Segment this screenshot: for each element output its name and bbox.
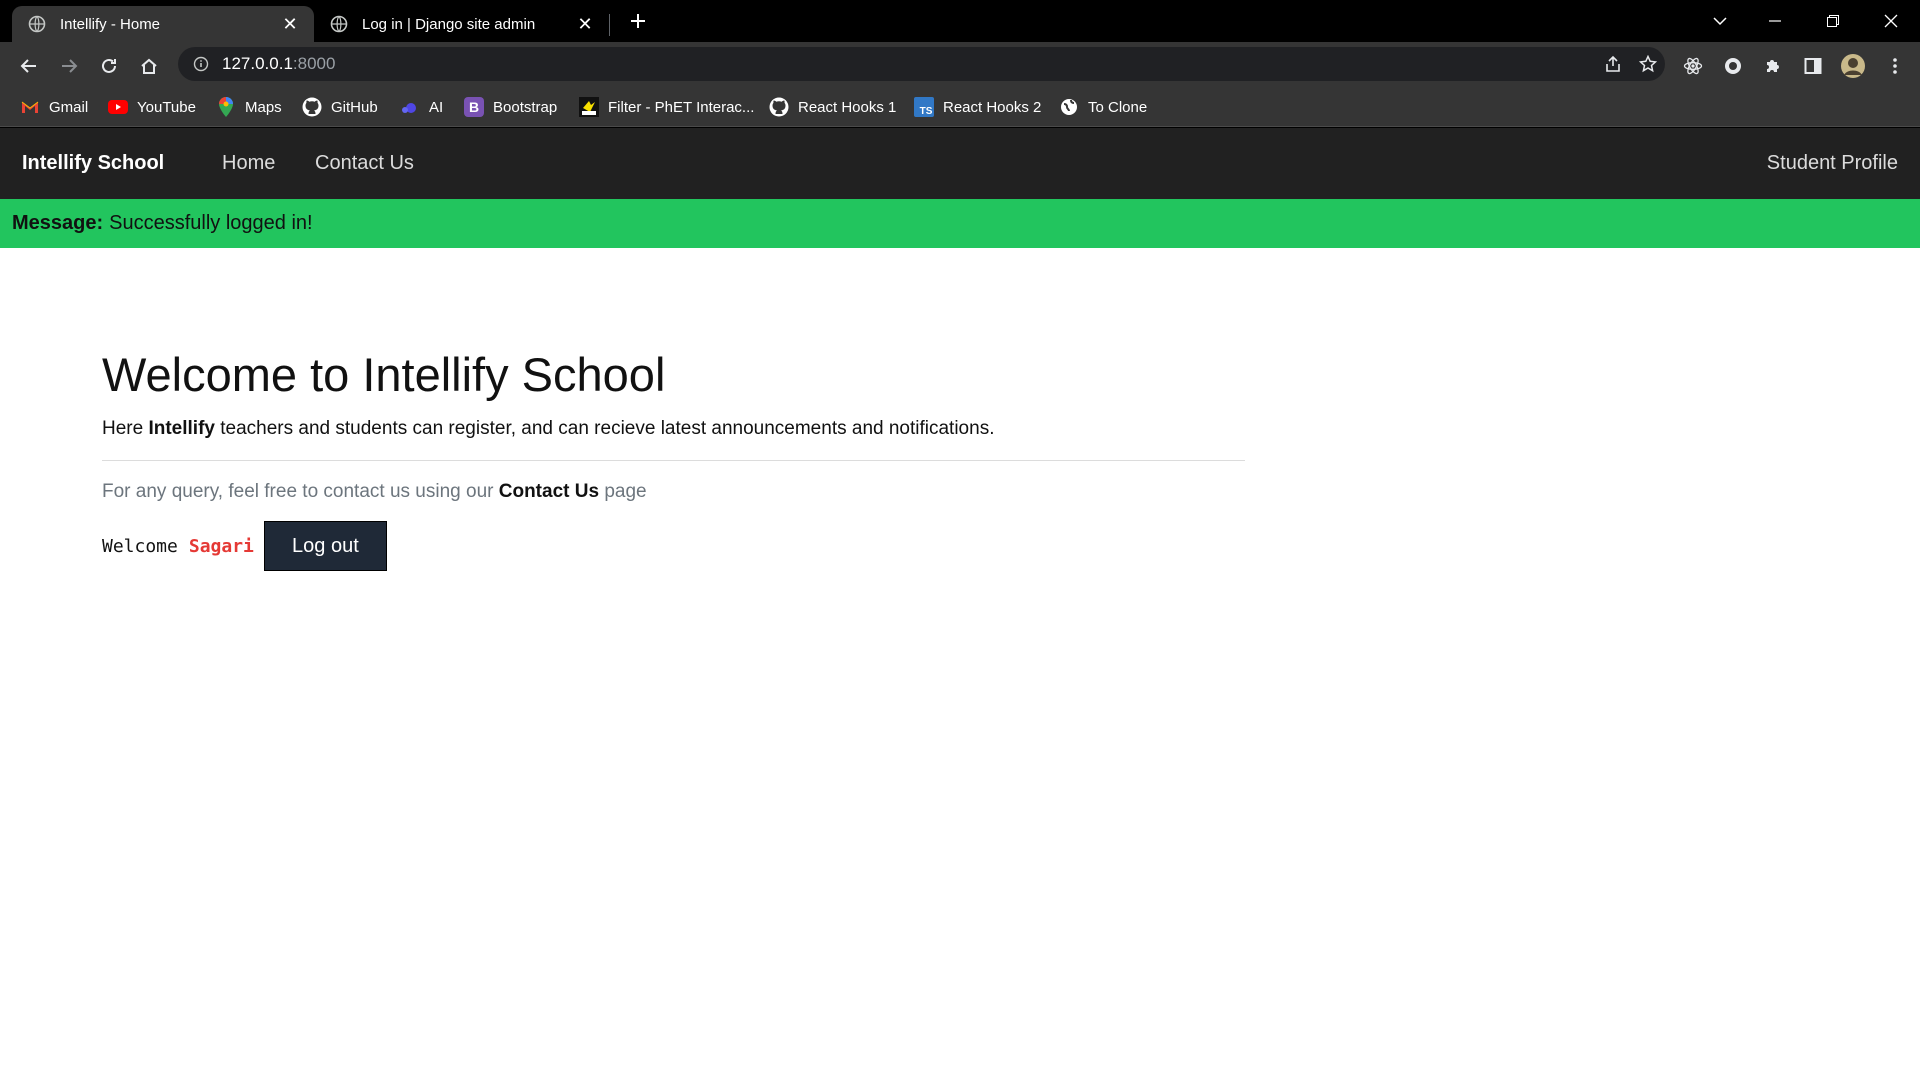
lead-bold: Intellify [148, 418, 215, 440]
tab-title: Log in | Django site admin [362, 15, 536, 33]
side-panel-icon[interactable] [1798, 51, 1828, 81]
reload-icon [102, 58, 116, 73]
reload-button[interactable] [94, 51, 124, 81]
bookmark-github[interactable]: GitHub [302, 95, 378, 119]
menu-kebab-icon[interactable] [1880, 51, 1910, 81]
url-host: 127.0.0.1 [222, 54, 293, 73]
svg-text:TS: TS [920, 106, 933, 117]
lead-suffix: teachers and students can register, and … [220, 418, 995, 440]
tab-intellify-home[interactable]: Intellify - Home ✕ [12, 6, 314, 42]
bookmark-label: React Hooks 1 [798, 98, 897, 116]
bookmark-star-icon[interactable] [1633, 47, 1663, 81]
new-tab-button[interactable] [626, 9, 650, 33]
globe-icon [1059, 97, 1079, 117]
bookmark-ai[interactable]: AI [400, 95, 443, 119]
bootstrap-icon: B [464, 97, 484, 117]
bookmark-phet[interactable]: Filter - PhET Interac... [579, 95, 754, 119]
bookmark-label: YouTube [137, 98, 196, 116]
jumbotron: Welcome to Intellify School Here Intelli… [102, 348, 1245, 572]
maps-icon [216, 97, 236, 117]
bookmark-youtube[interactable]: YouTube [108, 95, 196, 119]
lead-paragraph: Here Intellify teachers and students can… [102, 418, 1245, 440]
bookmark-label: AI [429, 98, 444, 116]
bookmark-label: Gmail [49, 98, 89, 116]
bookmark-maps[interactable]: Maps [216, 95, 282, 119]
site-navbar: Intellify School Home Contact Us Student… [0, 128, 1920, 199]
tab-search-chevron-icon[interactable] [1705, 6, 1735, 36]
bookmark-gmail[interactable]: Gmail [20, 95, 88, 119]
tab-separator [609, 14, 610, 36]
ai-icon [400, 97, 420, 117]
lead-prefix: Here [102, 418, 144, 440]
back-button[interactable] [14, 51, 44, 81]
forward-button[interactable] [54, 51, 84, 81]
page-title: Welcome to Intellify School [102, 348, 666, 401]
profile-avatar[interactable] [1838, 51, 1868, 81]
success-alert: Message: Successfully logged in! [0, 199, 1920, 248]
gmail-icon [20, 97, 40, 117]
url-text: 127.0.0.1:8000 [222, 54, 335, 74]
react-devtools-icon[interactable] [1678, 51, 1708, 81]
extension-circle-icon[interactable] [1718, 51, 1748, 81]
forward-arrow-icon [62, 59, 78, 73]
share-icon[interactable] [1598, 47, 1628, 81]
typescript-icon: TS [914, 97, 934, 117]
bookmark-to-clone[interactable]: To Clone [1059, 95, 1147, 119]
site-info-icon[interactable] [192, 55, 210, 73]
nav-link-student-profile[interactable]: Student Profile [1767, 152, 1898, 175]
tab-django-admin[interactable]: Log in | Django site admin ✕ [314, 6, 609, 42]
welcome-text: Welcome [102, 535, 178, 557]
extensions-puzzle-icon[interactable] [1758, 51, 1788, 81]
alert-text: Successfully logged in! [109, 212, 313, 234]
home-icon [141, 58, 157, 74]
plus-icon [631, 14, 645, 28]
svg-text:B: B [469, 99, 479, 115]
back-arrow-icon [20, 59, 36, 73]
address-bar[interactable]: 127.0.0.1:8000 [178, 47, 1665, 81]
globe-icon [28, 15, 46, 33]
github-icon [769, 97, 789, 117]
divider [102, 460, 1245, 462]
username: Sagari [188, 535, 254, 557]
bookmark-label: Maps [245, 98, 282, 116]
alert-label: Message: [12, 212, 104, 234]
url-port: :8000 [292, 54, 336, 73]
tab-close-icon[interactable]: ✕ [575, 14, 595, 34]
query-suffix: page [604, 481, 647, 503]
logout-button[interactable]: Log out [263, 521, 387, 572]
bookmarks-bar: Gmail YouTube Maps GitHub AI B Bootstrap… [0, 87, 1920, 127]
phet-icon [579, 97, 599, 117]
home-button[interactable] [134, 51, 164, 81]
query-paragraph: For any query, feel free to contact us u… [102, 481, 1245, 503]
nav-link-contact-us[interactable]: Contact Us [315, 152, 414, 175]
contact-us-link[interactable]: Contact Us [499, 481, 599, 502]
nav-link-home[interactable]: Home [222, 152, 275, 175]
browser-tabstrip: Intellify - Home ✕ Log in | Django site … [0, 0, 1920, 42]
bookmark-react-hooks-1[interactable]: React Hooks 1 [769, 95, 896, 119]
close-window-button[interactable] [1876, 6, 1906, 36]
bookmark-label: Bootstrap [493, 98, 558, 116]
tab-title: Intellify - Home [60, 15, 161, 33]
tab-close-icon[interactable]: ✕ [280, 14, 300, 34]
page-viewport: Intellify School Home Contact Us Student… [0, 128, 1920, 1080]
globe-icon [330, 15, 348, 33]
bookmark-bootstrap[interactable]: B Bootstrap [464, 95, 557, 119]
bookmark-label: Filter - PhET Interac... [608, 98, 755, 116]
github-icon [302, 97, 322, 117]
bookmark-label: To Clone [1088, 98, 1148, 116]
bookmark-label: GitHub [331, 98, 378, 116]
query-prefix: For any query, feel free to contact us u… [102, 481, 494, 503]
bookmark-label: React Hooks 2 [943, 98, 1042, 116]
navbar-brand[interactable]: Intellify School [22, 152, 164, 175]
bookmark-react-hooks-2[interactable]: TS React Hooks 2 [914, 95, 1041, 119]
restore-button[interactable] [1818, 6, 1848, 36]
minimize-button[interactable] [1760, 6, 1790, 36]
welcome-row: Welcome Sagari Log out [102, 521, 1245, 572]
youtube-icon [108, 97, 128, 117]
browser-toolbar: 127.0.0.1:8000 [0, 42, 1920, 87]
